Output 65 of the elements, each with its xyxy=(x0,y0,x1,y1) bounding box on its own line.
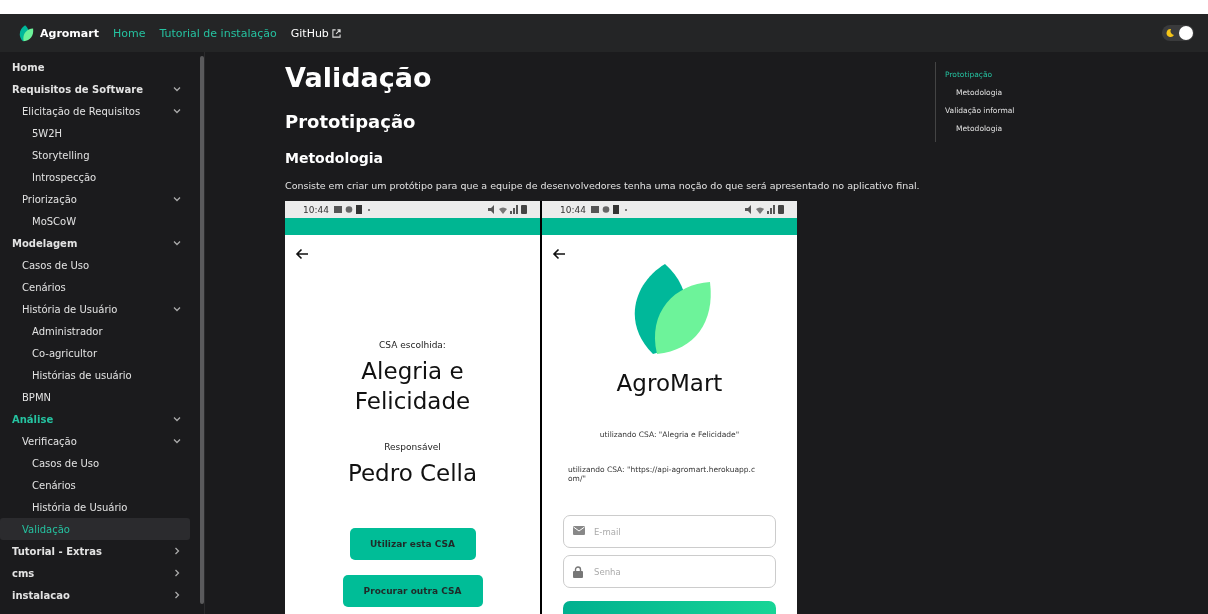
sidebar-item[interactable]: Priorização xyxy=(0,188,190,210)
sidebar-item[interactable]: História de Usuário xyxy=(0,496,190,518)
sidebar-item[interactable]: História de Usuário xyxy=(0,298,190,320)
theme-toggle[interactable] xyxy=(1162,25,1194,41)
subsection-heading: Metodologia xyxy=(285,150,385,166)
sidebar-item[interactable]: 5W2H xyxy=(0,122,190,144)
chevron-icon[interactable] xyxy=(172,304,182,314)
lock-icon xyxy=(573,566,583,578)
csa-name: Alegria e Felicidade xyxy=(353,357,472,416)
sidebar-item[interactable]: instalacao xyxy=(0,584,190,606)
nav-link[interactable]: Home xyxy=(112,26,146,40)
system-icons-drawing xyxy=(488,205,528,214)
chevron-icon[interactable] xyxy=(172,568,182,578)
sidebar-item[interactable]: Casos de Uso xyxy=(0,452,190,474)
back-arrow-icon[interactable] xyxy=(295,248,309,260)
sidebar-item[interactable]: Modelagem xyxy=(0,232,190,254)
chevron-icon[interactable] xyxy=(172,106,182,116)
sidebar-item[interactable]: Histórias de usuário xyxy=(0,364,190,386)
chevron-icon[interactable] xyxy=(172,590,182,600)
email-field[interactable]: E-mail xyxy=(563,515,776,548)
section-heading: Prototipação xyxy=(285,111,417,132)
responsible-name: Pedro Cella xyxy=(346,459,479,488)
chevron-icon[interactable] xyxy=(172,238,182,248)
envelope-icon xyxy=(573,526,585,535)
sidebar-item[interactable]: Administrador xyxy=(0,320,190,342)
sidebar-item[interactable]: Requisitos de Software xyxy=(0,78,190,100)
chevron-icon[interactable] xyxy=(172,194,182,204)
paragraph: Consiste em criar um protótipo para que a equipe de desenvolvedores tenha uma noção do que será apresentado no aplicativo final. xyxy=(285,180,921,191)
sidebar-item[interactable]: Cenários xyxy=(0,276,190,298)
system-icons-drawing xyxy=(745,205,785,214)
action-button[interactable]: Procurar outra CSA xyxy=(342,575,483,607)
sidebar-item[interactable]: Home xyxy=(0,56,190,78)
action-button[interactable]: Utilizar esta CSA xyxy=(349,528,476,560)
sidebar-item[interactable]: Verificação xyxy=(0,430,190,452)
sidebar-item[interactable]: Análise xyxy=(0,408,190,430)
sidebar-item[interactable]: Tutorial - Extras xyxy=(0,540,190,562)
sidebar-item[interactable]: Validação xyxy=(0,518,190,540)
chevron-icon[interactable] xyxy=(172,84,182,94)
label: Responsável xyxy=(384,442,441,452)
status-time: 10:44 xyxy=(303,204,329,215)
page-title: Validação xyxy=(285,62,433,93)
moon-icon xyxy=(1165,28,1175,38)
brand-name[interactable]: Agromart xyxy=(40,26,99,40)
status-time: 10:44 xyxy=(560,204,586,215)
label: CSA escolhida: xyxy=(379,340,446,350)
chevron-icon[interactable] xyxy=(172,546,182,556)
scrollbar[interactable] xyxy=(200,56,204,604)
sidebar-item[interactable]: Cenários xyxy=(0,474,190,496)
leaf-logo-icon[interactable] xyxy=(18,24,34,42)
nav-link[interactable]: Tutorial de instalação xyxy=(159,26,277,40)
sidebar-item[interactable]: Co-agricultor xyxy=(0,342,190,364)
sidebar-item[interactable]: MoSCoW xyxy=(0,210,190,232)
sidebar-item[interactable]: cms xyxy=(0,562,190,584)
chevron-icon[interactable] xyxy=(172,436,182,446)
password-field[interactable]: Senha xyxy=(563,555,776,588)
back-arrow-icon[interactable] xyxy=(552,248,566,260)
sidebar-item[interactable]: BPMN xyxy=(0,386,190,408)
external-link-icon xyxy=(331,28,341,38)
app-name: AgroMart xyxy=(615,369,724,398)
sidebar-item[interactable]: Casos de Uso xyxy=(0,254,190,276)
nav-link[interactable]: GitHub xyxy=(290,26,341,40)
sidebar-item[interactable]: Storytelling xyxy=(0,144,190,166)
sidebar-item[interactable]: Introspecção xyxy=(0,166,190,188)
sidebar-item[interactable]: Elicitação de Requisitos xyxy=(0,100,190,122)
chevron-icon[interactable] xyxy=(172,414,182,424)
